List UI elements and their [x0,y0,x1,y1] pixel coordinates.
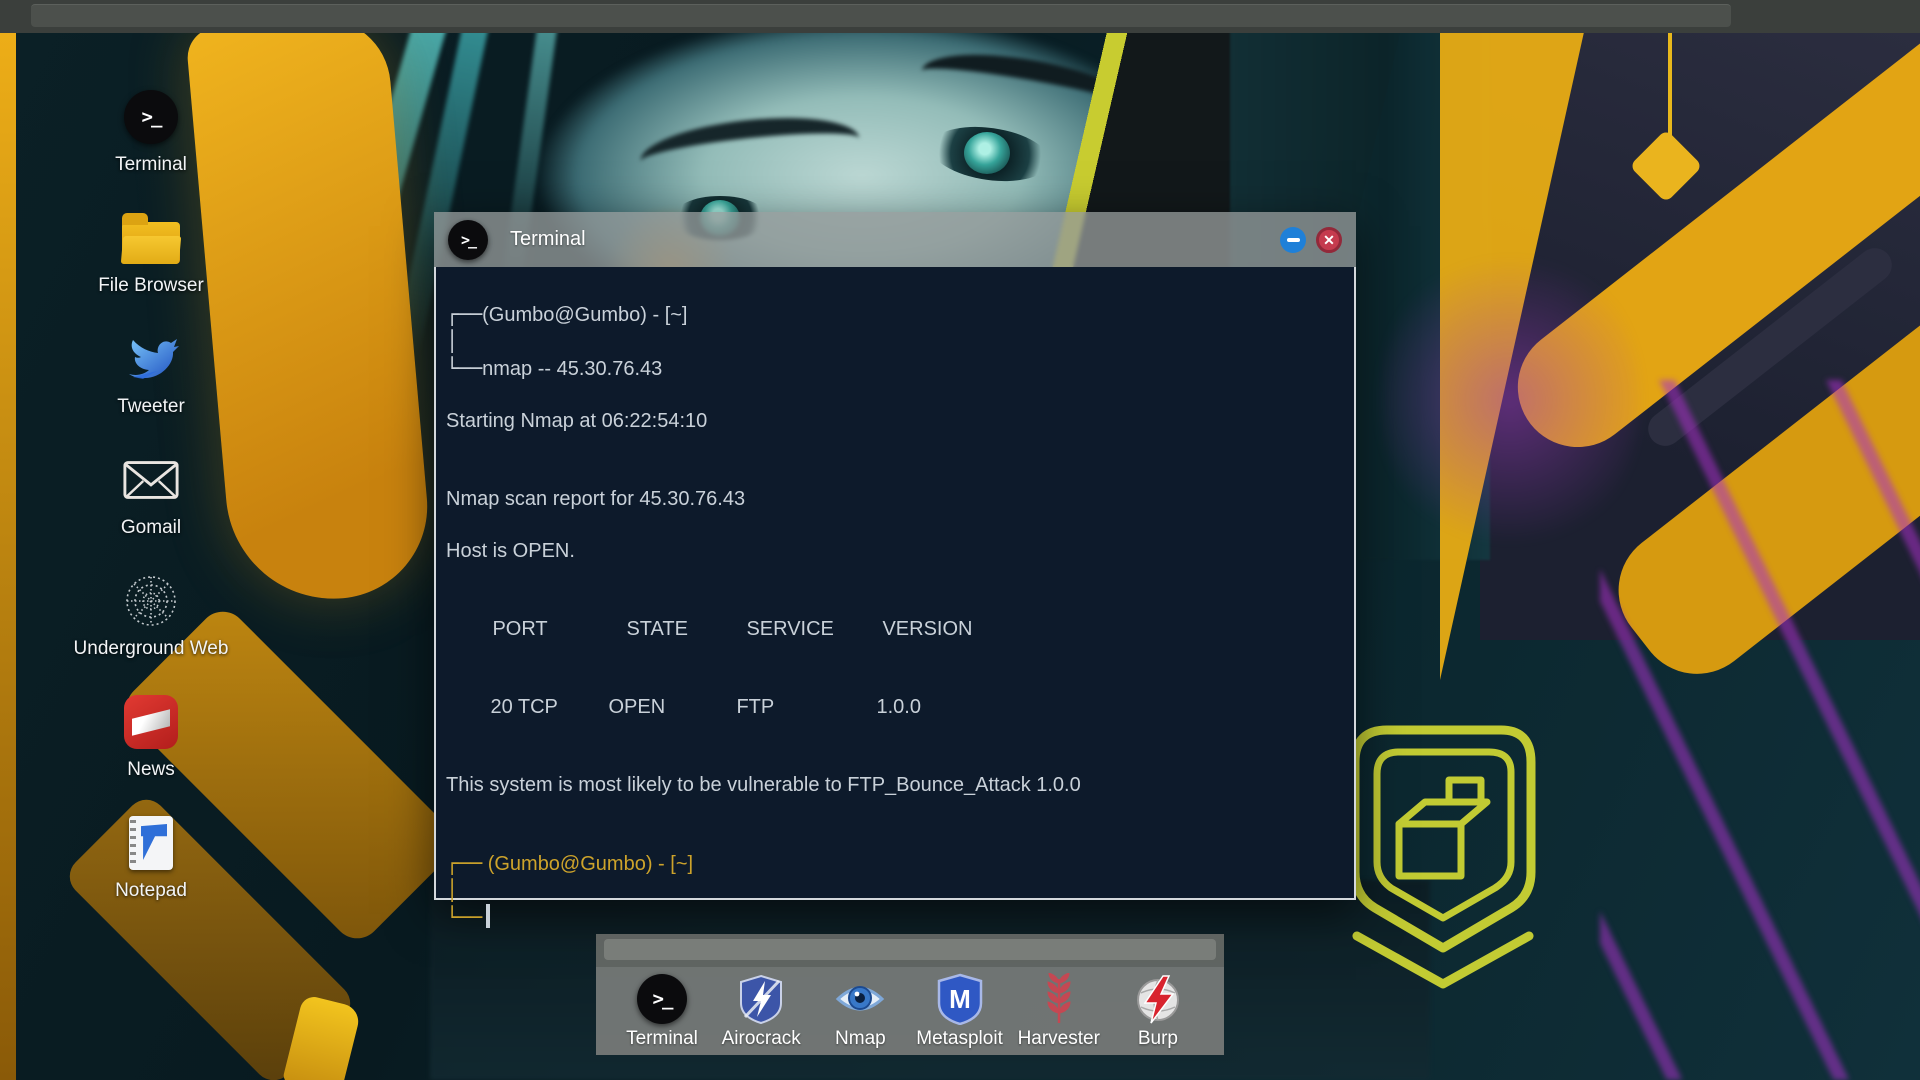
dock-item-harvester[interactable]: Harvester [1011,972,1107,1050]
desktop-icon-label: Underground Web [73,638,229,659]
desktop: >_ Terminal File Browser Tweeter Gomail … [0,0,1920,1080]
desktop-icon-label: Terminal [115,154,187,175]
window-titlebar[interactable]: >_ Terminal ✕ [434,212,1356,267]
wallpaper-purple-streaks [1600,380,1920,1080]
terminal-icon: >_ [637,973,687,1024]
dock: >_ Terminal Airocrack Nmap M Metasploit … [596,934,1224,1055]
desktop-icon-label: File Browser [98,275,204,296]
minimize-button[interactable] [1280,226,1306,253]
desktop-icon-label: Gomail [120,517,182,538]
prompt-line: │ [446,878,459,902]
close-icon: ✕ [1323,231,1335,248]
top-bar-panel [31,4,1731,27]
notepad-icon [129,816,173,870]
top-bar [0,0,1920,33]
envelope-icon [123,461,179,499]
command-line: └──nmap -- 45.30.76.43 [446,356,663,380]
dock-item-label: Harvester [1017,1027,1100,1049]
minimize-icon [1286,237,1300,242]
news-icon [124,695,178,749]
folder-icon [122,213,180,264]
terminal-icon: >_ [448,219,488,260]
output-line-starting: Starting Nmap at 06:22:54:10 [446,410,708,432]
dock-item-label: Airocrack [721,1027,801,1049]
desktop-icon-underground-web[interactable]: Underground Web [58,572,244,660]
dock-item-label: Nmap [835,1027,886,1049]
scan-table-row: 20 TCP OPEN FTP 1.0.0 [490,696,921,718]
prompt-line: ┌──(Gumbo@Gumbo) - [~] [446,302,688,326]
desktop-icon-news[interactable]: News [58,693,244,781]
scan-table-header: PORT STATE SERVICE VERSION [492,618,973,640]
output-line-vulnerability: This system is most likely to be vulnera… [446,774,1081,796]
terminal-icon: >_ [124,90,178,144]
wallpaper-left-stripe [0,0,16,1080]
desktop-icon-terminal[interactable]: >_ Terminal [58,88,244,176]
eye-icon [836,985,885,1010]
output-line-host: Host is OPEN. [446,540,575,562]
dock-item-metasploit[interactable]: M Metasploit [912,973,1008,1050]
dock-item-label: Burp [1137,1027,1178,1049]
wallpaper-neon-cube [1350,725,1536,989]
desktop-icon-column: >_ Terminal File Browser Tweeter Gomail … [58,88,244,902]
dock-item-airocrack[interactable]: Airocrack [713,973,809,1050]
close-button[interactable]: ✕ [1316,226,1342,253]
dock-item-terminal[interactable]: >_ Terminal [614,973,710,1050]
desktop-icon-label: News [127,759,175,780]
dock-item-label: Terminal [626,1027,698,1049]
bird-icon [129,339,179,379]
shield-bolt-icon [740,974,783,1024]
dock-item-label: Metasploit [916,1027,1003,1049]
dock-items: >_ Terminal Airocrack Nmap M Metasploit … [596,967,1224,1055]
text-cursor [486,904,491,928]
prompt-line: │ [446,329,459,353]
red-bolt-globe-icon [1136,974,1179,1023]
dock-item-nmap[interactable]: Nmap [812,973,908,1050]
wheat-icon [1047,972,1071,1023]
terminal-output[interactable]: ┌──(Gumbo@Gumbo) - [~] │ └──nmap -- 45.3… [434,267,1356,929]
svg-text:M: M [949,984,971,1014]
desktop-icon-notepad[interactable]: Notepad [58,814,244,902]
wallpaper-iris [964,132,1010,174]
dock-item-burp[interactable]: Burp [1110,973,1206,1050]
desktop-icon-gomail[interactable]: Gomail [58,451,244,539]
desktop-icon-label: Notepad [115,880,187,901]
dock-header [596,934,1224,967]
output-line-report: Nmap scan report for 45.30.76.43 [446,488,746,510]
web-globe-icon [126,576,176,626]
desktop-icon-tweeter[interactable]: Tweeter [58,330,244,418]
desktop-icon-file-browser[interactable]: File Browser [58,209,244,297]
wallpaper-purple-glow [1380,240,1640,560]
shield-m-icon: M [937,973,982,1025]
prompt-line: ┌── (Gumbo@Gumbo) - [~] [446,851,694,875]
window-title: Terminal [510,228,586,250]
terminal-window: >_ Terminal ✕ ┌──(Gumbo@Gumbo) - [~] │ └… [434,212,1356,929]
prompt-input-line[interactable]: └── [446,904,1340,931]
desktop-icon-label: Tweeter [117,396,185,417]
